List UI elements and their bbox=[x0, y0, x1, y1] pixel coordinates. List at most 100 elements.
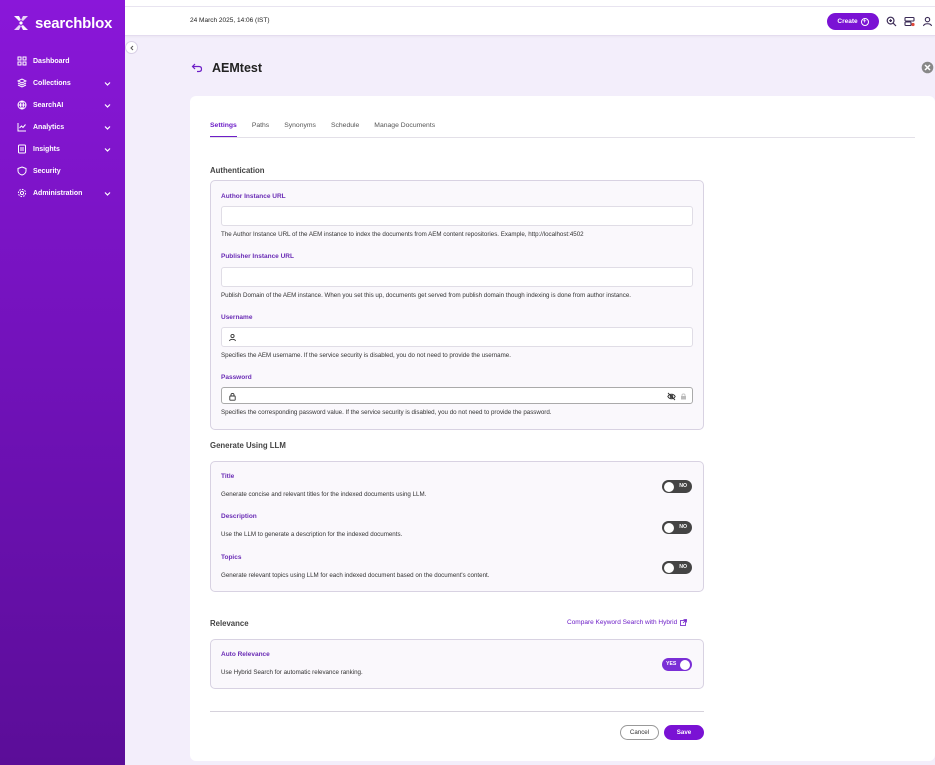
chevron-left-icon bbox=[129, 45, 133, 50]
cancel-button[interactable]: Cancel bbox=[620, 725, 659, 740]
toggle-state: NO bbox=[679, 524, 687, 530]
sidebar-item-administration[interactable]: Administration bbox=[0, 182, 125, 204]
lock-icon bbox=[229, 393, 236, 401]
username-help: Specifies the AEM username. If the servi… bbox=[221, 352, 511, 359]
top-bar: 24 March 2025, 14:06 (IST) Create + bbox=[125, 7, 935, 36]
user-profile-icon[interactable] bbox=[922, 16, 933, 27]
sidebar-item-label: Security bbox=[33, 167, 61, 175]
llm-topics-help: Generate relevant topics using LLM for e… bbox=[221, 572, 490, 579]
settings-card: Settings Paths Synonyms Schedule Manage … bbox=[190, 96, 935, 761]
llm-description-toggle[interactable]: NO bbox=[662, 521, 692, 534]
publisher-url-label: Publisher Instance URL bbox=[221, 253, 294, 260]
toggle-knob bbox=[664, 522, 674, 533]
plus-circle-icon: + bbox=[860, 17, 869, 26]
brand-name: searchblox bbox=[35, 14, 113, 32]
author-url-help: The Author Instance URL of the AEM insta… bbox=[221, 231, 584, 238]
tab-paths[interactable]: Paths bbox=[252, 122, 269, 137]
authentication-box: Author Instance URL The Author Instance … bbox=[210, 180, 704, 430]
chevron-down-icon bbox=[104, 147, 111, 152]
llm-title-label: Title bbox=[221, 473, 235, 480]
dashboard-icon bbox=[17, 56, 27, 66]
username-label: Username bbox=[221, 314, 253, 321]
analytics-icon bbox=[17, 123, 26, 132]
user-icon bbox=[229, 333, 236, 342]
llm-title: Generate Using LLM bbox=[210, 441, 286, 450]
tab-bar: Settings Paths Synonyms Schedule Manage … bbox=[210, 122, 435, 137]
publisher-url-help: Publish Domain of the AEM instance. When… bbox=[221, 292, 631, 299]
username-field[interactable] bbox=[221, 327, 693, 347]
chevron-down-icon bbox=[104, 125, 111, 130]
sidebar-item-security[interactable]: Security bbox=[0, 160, 125, 182]
chevron-down-icon bbox=[104, 103, 111, 108]
window-top-strip bbox=[0, 0, 935, 7]
shield-icon bbox=[17, 166, 27, 176]
compare-link-label: Compare Keyword Search with Hybrid bbox=[567, 619, 678, 626]
password-label: Password bbox=[221, 374, 252, 381]
llm-topics-toggle[interactable]: NO bbox=[662, 561, 692, 574]
save-button[interactable]: Save bbox=[664, 725, 704, 740]
searchai-icon bbox=[17, 100, 27, 110]
toggle-state: YES bbox=[666, 661, 677, 667]
sidebar-item-label: Insights bbox=[33, 145, 60, 153]
password-manager-icon[interactable] bbox=[680, 393, 687, 400]
sidebar-item-label: Dashboard bbox=[33, 57, 70, 65]
auto-relevance-label: Auto Relevance bbox=[221, 651, 270, 658]
sidebar-item-searchai[interactable]: SearchAI bbox=[0, 94, 125, 116]
llm-title-toggle[interactable]: NO bbox=[662, 480, 692, 493]
compare-search-link[interactable]: Compare Keyword Search with Hybrid bbox=[567, 619, 688, 626]
back-arrow-icon[interactable] bbox=[191, 63, 203, 73]
sidebar-item-label: Analytics bbox=[33, 123, 65, 131]
collapse-sidebar-button[interactable] bbox=[125, 41, 138, 54]
toggle-state: NO bbox=[679, 483, 687, 489]
llm-title-help: Generate concise and relevant titles for… bbox=[221, 491, 427, 498]
tab-settings[interactable]: Settings bbox=[210, 122, 237, 137]
publisher-url-input[interactable] bbox=[221, 267, 693, 287]
sidebar-item-analytics[interactable]: Analytics bbox=[0, 116, 125, 138]
search-zoom-icon[interactable] bbox=[886, 16, 897, 27]
footer-divider bbox=[210, 711, 704, 712]
sidebar-item-label: SearchAI bbox=[33, 101, 64, 109]
create-button[interactable]: Create + bbox=[827, 13, 879, 30]
password-field[interactable] bbox=[221, 387, 693, 404]
relevance-box: Auto Relevance Use Hybrid Search for aut… bbox=[210, 639, 704, 689]
llm-box: Title Generate concise and relevant titl… bbox=[210, 461, 704, 592]
tabs-divider bbox=[210, 137, 915, 138]
toggle-knob bbox=[664, 481, 674, 492]
sidebar-item-collections[interactable]: Collections bbox=[0, 72, 125, 94]
auto-relevance-toggle[interactable]: YES bbox=[662, 658, 692, 671]
sidebar-item-dashboard[interactable]: Dashboard bbox=[0, 50, 125, 72]
collections-icon bbox=[17, 78, 27, 88]
gear-icon bbox=[17, 188, 27, 198]
eye-off-icon[interactable] bbox=[667, 392, 676, 401]
toggle-knob bbox=[680, 659, 690, 670]
password-help: Specifies the corresponding password val… bbox=[221, 409, 552, 416]
tab-manage-documents[interactable]: Manage Documents bbox=[374, 122, 435, 137]
author-url-input[interactable] bbox=[221, 206, 693, 226]
create-button-label: Create bbox=[837, 18, 858, 25]
relevance-title: Relevance bbox=[210, 619, 249, 628]
sidebar-nav: Dashboard Collections SearchAI Analytics… bbox=[0, 50, 125, 204]
auto-relevance-help: Use Hybrid Search for automatic relevanc… bbox=[221, 669, 363, 676]
sidebar-item-label: Administration bbox=[33, 189, 83, 197]
searchblox-logo-icon bbox=[14, 16, 28, 30]
llm-topics-label: Topics bbox=[221, 554, 242, 561]
llm-description-help: Use the LLM to generate a description fo… bbox=[221, 531, 403, 538]
author-url-label: Author Instance URL bbox=[221, 193, 286, 200]
llm-description-label: Description bbox=[221, 513, 257, 520]
chevron-down-icon bbox=[104, 191, 111, 196]
close-icon[interactable] bbox=[921, 61, 934, 74]
tab-synonyms[interactable]: Synonyms bbox=[284, 122, 316, 137]
page-title: AEMtest bbox=[212, 61, 263, 75]
server-status-icon[interactable] bbox=[904, 16, 915, 27]
external-link-icon bbox=[680, 619, 688, 626]
page-header: AEMtest bbox=[191, 61, 262, 75]
sidebar: searchblox Dashboard Collections SearchA… bbox=[0, 0, 125, 765]
tab-schedule[interactable]: Schedule bbox=[331, 122, 359, 137]
sidebar-item-insights[interactable]: Insights bbox=[0, 138, 125, 160]
current-datetime: 24 March 2025, 14:06 (IST) bbox=[190, 17, 270, 24]
sidebar-item-label: Collections bbox=[33, 79, 71, 87]
authentication-title: Authentication bbox=[210, 166, 265, 175]
chevron-down-icon bbox=[104, 81, 111, 86]
brand-logo[interactable]: searchblox bbox=[12, 14, 112, 32]
insights-icon bbox=[18, 144, 26, 154]
